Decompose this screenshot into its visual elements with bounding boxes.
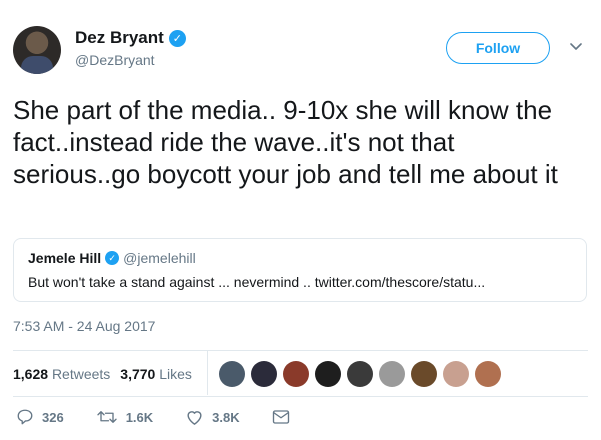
quoted-author-name: Jemele Hill [28,250,102,266]
liker-avatar[interactable] [443,361,469,387]
liker-avatar[interactable] [219,361,245,387]
stats-separator [207,351,208,395]
quoted-tweet-text: But won't take a stand against ... never… [28,274,486,290]
action-bar: 326 1.6K 3.8K [16,408,322,426]
retweet-count: 1.6K [125,409,154,425]
heart-icon [187,411,202,425]
liker-avatar[interactable] [347,361,373,387]
author-info: Dez Bryant ✓ @DezBryant [75,28,186,68]
liker-avatar[interactable] [315,361,341,387]
like-action[interactable]: 3.8K [185,408,240,426]
retweet-action[interactable]: 1.6K [96,408,153,426]
divider-bottom [13,396,588,397]
follow-button[interactable]: Follow [446,32,550,64]
liker-avatar[interactable] [475,361,501,387]
reply-action[interactable]: 326 [16,408,64,426]
retweets-count: 1,628 [13,366,49,382]
envelope-icon [272,410,289,424]
author-avatar[interactable] [13,26,61,74]
tweet-timestamp[interactable]: 7:53 AM - 24 Aug 2017 [13,318,155,334]
quoted-tweet-card[interactable]: Jemele Hill ✓ @jemelehill But won't take… [13,238,587,302]
reply-count: 326 [42,409,64,425]
liker-avatar[interactable] [411,361,437,387]
retweet-icon [97,411,117,423]
liker-avatars [219,361,501,387]
liker-avatar[interactable] [283,361,309,387]
likes-stat[interactable]: 3,770 Likes [120,366,192,382]
liker-avatar[interactable] [379,361,405,387]
likes-count: 3,770 [120,366,156,382]
likes-label: Likes [159,366,192,382]
verified-badge-icon: ✓ [168,29,186,47]
quoted-author-handle: @jemelehill [123,250,196,266]
reply-icon [17,409,33,425]
author-display-name-row[interactable]: Dez Bryant ✓ [75,28,186,48]
quoted-verified-badge-icon: ✓ [105,251,120,265]
liker-avatar[interactable] [251,361,277,387]
retweets-stat[interactable]: 1,628 Retweets [13,366,110,382]
direct-message-action[interactable] [272,409,290,425]
quoted-tweet-header: Jemele Hill ✓ @jemelehill [28,250,572,266]
tweet-text: She part of the media.. 9-10x she will k… [13,95,558,189]
divider-top [13,350,588,351]
author-display-name[interactable]: Dez Bryant [75,28,164,48]
retweets-label: Retweets [51,366,111,382]
author-handle[interactable]: @DezBryant [75,52,186,68]
like-count: 3.8K [212,409,240,425]
chevron-down-icon[interactable] [570,40,582,52]
engagement-stats: 1,628 Retweets 3,770 Likes [13,366,192,382]
